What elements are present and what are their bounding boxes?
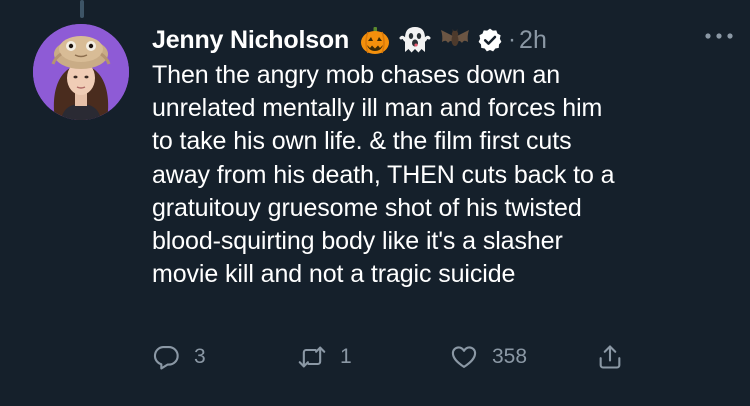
tweet-timestamp[interactable]: 2h <box>519 26 547 55</box>
avatar-image <box>33 24 129 120</box>
heart-icon <box>451 346 477 368</box>
bat-icon <box>439 24 471 56</box>
retweet-icon <box>298 346 326 368</box>
avatar[interactable] <box>33 24 129 120</box>
reply-button[interactable]: 3 <box>152 339 206 375</box>
share-button[interactable] <box>596 339 624 375</box>
tweet-header: Jenny Nicholson · 2h <box>152 20 547 60</box>
verified-badge-icon <box>477 27 503 53</box>
tweet-text-line: blood-squirting body like it's a slasher <box>152 227 563 256</box>
tweet[interactable]: Jenny Nicholson · 2h Then the angry mob … <box>0 0 750 406</box>
reply-count: 3 <box>194 345 206 368</box>
reply-icon <box>153 346 179 370</box>
share-icon <box>599 345 621 369</box>
more-options-icon[interactable] <box>702 26 736 46</box>
tweet-text: Then the angry mob chases down an unrela… <box>152 59 737 291</box>
tweet-text-line: gratuitouy gruesome shot of his twisted <box>152 193 582 222</box>
ghost-icon <box>399 24 431 56</box>
thread-connector-line <box>80 0 84 18</box>
tweet-text-line: to take his own life. & the film first c… <box>152 127 572 156</box>
author-display-name[interactable]: Jenny Nicholson <box>152 26 349 55</box>
like-button[interactable]: 358 <box>450 339 527 375</box>
tweet-actions: 3 1 358 <box>152 339 642 375</box>
tweet-text-line: movie kill and not a tragic suicide <box>152 260 516 289</box>
tweet-text-line: unrelated mentally ill man and forces hi… <box>152 94 603 123</box>
tweet-text-line: away from his death, THEN cuts back to a <box>152 160 615 189</box>
tweet-text-line: Then the angry mob chases down an <box>152 61 561 89</box>
jack-o-lantern-icon <box>359 24 391 56</box>
like-count: 358 <box>492 345 528 368</box>
header-separator: · <box>508 26 517 53</box>
retweet-count: 1 <box>340 345 352 368</box>
retweet-button[interactable]: 1 <box>298 339 352 375</box>
